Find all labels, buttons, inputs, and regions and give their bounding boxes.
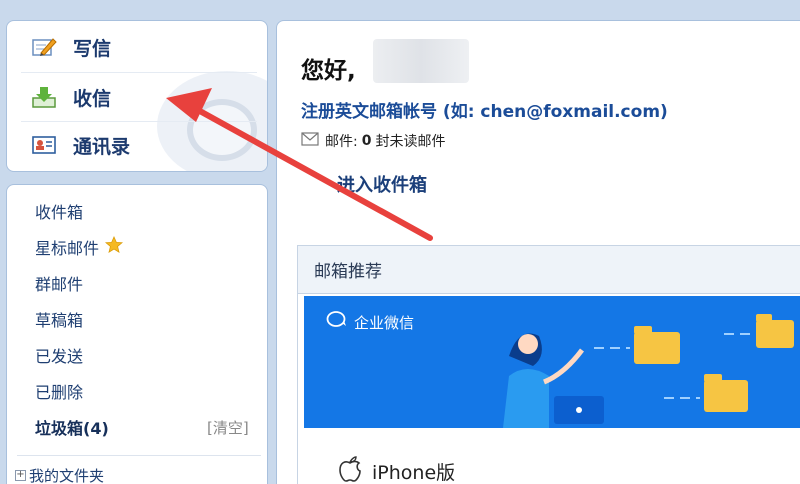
divider [21,121,257,122]
recommend-title: 邮箱推荐 [314,262,382,282]
enter-inbox-link[interactable]: 进入收件箱 [337,171,427,197]
contacts-button[interactable]: 通讯录 [19,125,259,165]
contacts-label: 通讯录 [73,135,131,158]
receive-icon [29,85,59,109]
mail-label: 邮件: [325,134,358,150]
folder-label: 已发送 [35,347,84,366]
folder-label: 已删除 [35,383,84,402]
divider [21,72,257,73]
iphone-label: iPhone版 [372,462,456,484]
my-folders-toggle[interactable]: + 我的文件夹 [15,465,104,484]
unread-suffix: 封未读邮件 [375,134,446,150]
wework-banner[interactable]: 企业微信 [304,296,800,428]
apple-icon [338,454,362,484]
folder-group[interactable]: 群邮件 [35,271,83,295]
left-column: 写信 收信 通讯录 收件箱 星标邮件 群邮件 草稿箱 已发送 已删除 垃圾箱(4… [0,0,276,484]
folder-label: 草稿箱 [35,311,84,330]
envelope-icon [301,132,319,150]
register-english-account-link[interactable]: 注册英文邮箱帐号 (如: chen@foxmail.com) [301,97,668,122]
recommend-box: 邮箱推荐 企业微信 iPhone版 [297,245,800,484]
folder-label: 收件箱 [35,203,84,222]
main-panel: 您好, 注册英文邮箱帐号 (如: chen@foxmail.com) 邮件: 0… [276,20,800,484]
star-icon [104,235,124,258]
contacts-icon [29,133,59,157]
compose-label: 写信 [73,37,112,60]
divider [17,455,261,456]
register-link-text: 注册英文邮箱帐号 [301,102,437,122]
compose-button[interactable]: 写信 [19,27,259,67]
receive-button[interactable]: 收信 [19,77,259,117]
receive-label: 收信 [73,87,112,110]
register-hint: (如: chen@foxmail.com) [442,102,668,122]
folder-drafts[interactable]: 草稿箱 [35,307,83,331]
banner-illustration [503,314,794,428]
folder-sent[interactable]: 已发送 [35,343,83,367]
folder-spam[interactable]: 垃圾箱(4) [35,415,109,439]
clear-spam-link[interactable]: [清空] [207,417,249,438]
compose-icon [29,35,59,59]
folder-deleted[interactable]: 已删除 [35,379,83,403]
iphone-version-link[interactable]: iPhone版 [338,454,455,484]
folder-starred[interactable]: 星标邮件 [35,235,124,259]
quick-actions-panel: 写信 收信 通讯录 [6,20,268,172]
expand-icon: + [15,469,26,481]
blurred-username [373,39,469,83]
folder-label: 星标邮件 [35,239,100,258]
folder-panel: 收件箱 星标邮件 群邮件 草稿箱 已发送 已删除 垃圾箱(4) [清空] + 我… [6,184,268,484]
unread-mail-line: 邮件: 0 封未读邮件 [301,131,445,151]
recommend-header: 邮箱推荐 [298,246,800,294]
my-folders-label: 我的文件夹 [29,467,105,484]
unread-count: 0 [361,133,372,149]
greeting-text: 您好, [301,58,356,84]
folder-label: 群邮件 [35,275,84,294]
folder-label: 垃圾箱(4) [35,419,109,438]
folder-inbox[interactable]: 收件箱 [35,199,83,223]
